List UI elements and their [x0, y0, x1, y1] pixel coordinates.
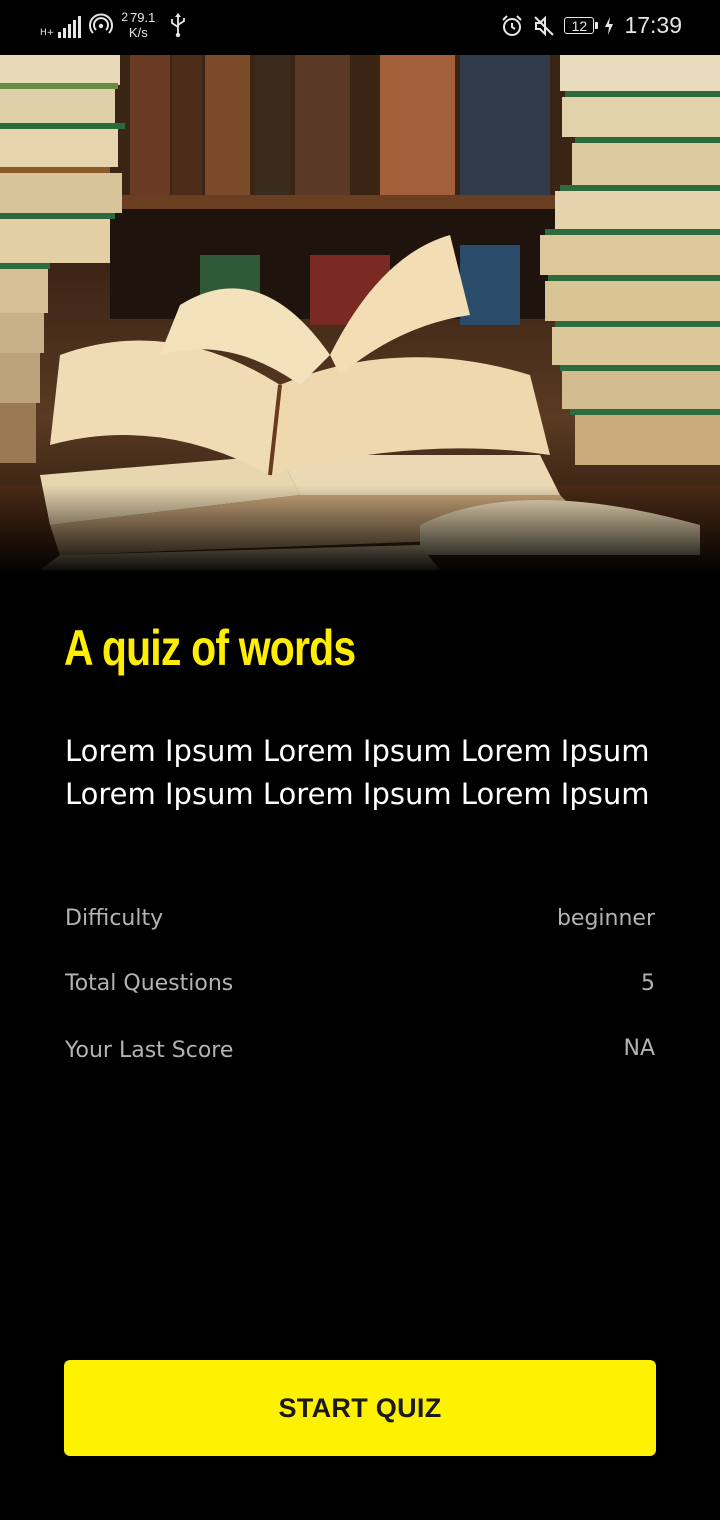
quiz-description: Lorem Ipsum Lorem Ipsum Lorem Ipsum Lore… [65, 734, 650, 811]
signal-icon: H+ [40, 12, 82, 38]
hero-image [0, 55, 720, 575]
battery-icon: 12 [564, 17, 599, 34]
total-questions-row: Total Questions 5 [65, 971, 655, 996]
difficulty-label: Difficulty [65, 906, 164, 931]
difficulty-value: beginner [556, 906, 655, 931]
network-speed-unit: K/s [128, 25, 148, 40]
status-bar-right: 12 17:39 [500, 12, 682, 39]
status-bar-left: H+ 2 79.1 K/s [40, 10, 187, 40]
mute-icon [534, 15, 555, 36]
network-type: H+ [40, 28, 55, 38]
battery-level: 12 [571, 18, 588, 34]
network-sup: 2 [121, 10, 128, 24]
charging-icon [605, 16, 614, 35]
network-speed-value: 79.1 [130, 10, 156, 25]
total-questions-label: Total Questions [65, 971, 234, 996]
usb-icon [171, 13, 186, 38]
last-score-label: Your Last Score [65, 1038, 234, 1063]
status-bar: H+ 2 79.1 K/s 12 17:39 [0, 0, 720, 55]
last-score-row: Your Last Score NA [65, 1036, 655, 1063]
last-score-value: NA [623, 1036, 655, 1061]
alarm-icon [502, 14, 523, 36]
network-speed: 2 79.1 K/s [121, 10, 155, 40]
start-quiz-button[interactable]: START QUIZ [64, 1360, 656, 1456]
total-questions-value: 5 [641, 971, 655, 996]
clock: 17:39 [624, 12, 682, 38]
hero-fade [0, 485, 720, 575]
quiz-title: A quiz of words [64, 620, 356, 676]
hotspot-icon [89, 13, 114, 34]
difficulty-row: Difficulty beginner [65, 906, 655, 931]
